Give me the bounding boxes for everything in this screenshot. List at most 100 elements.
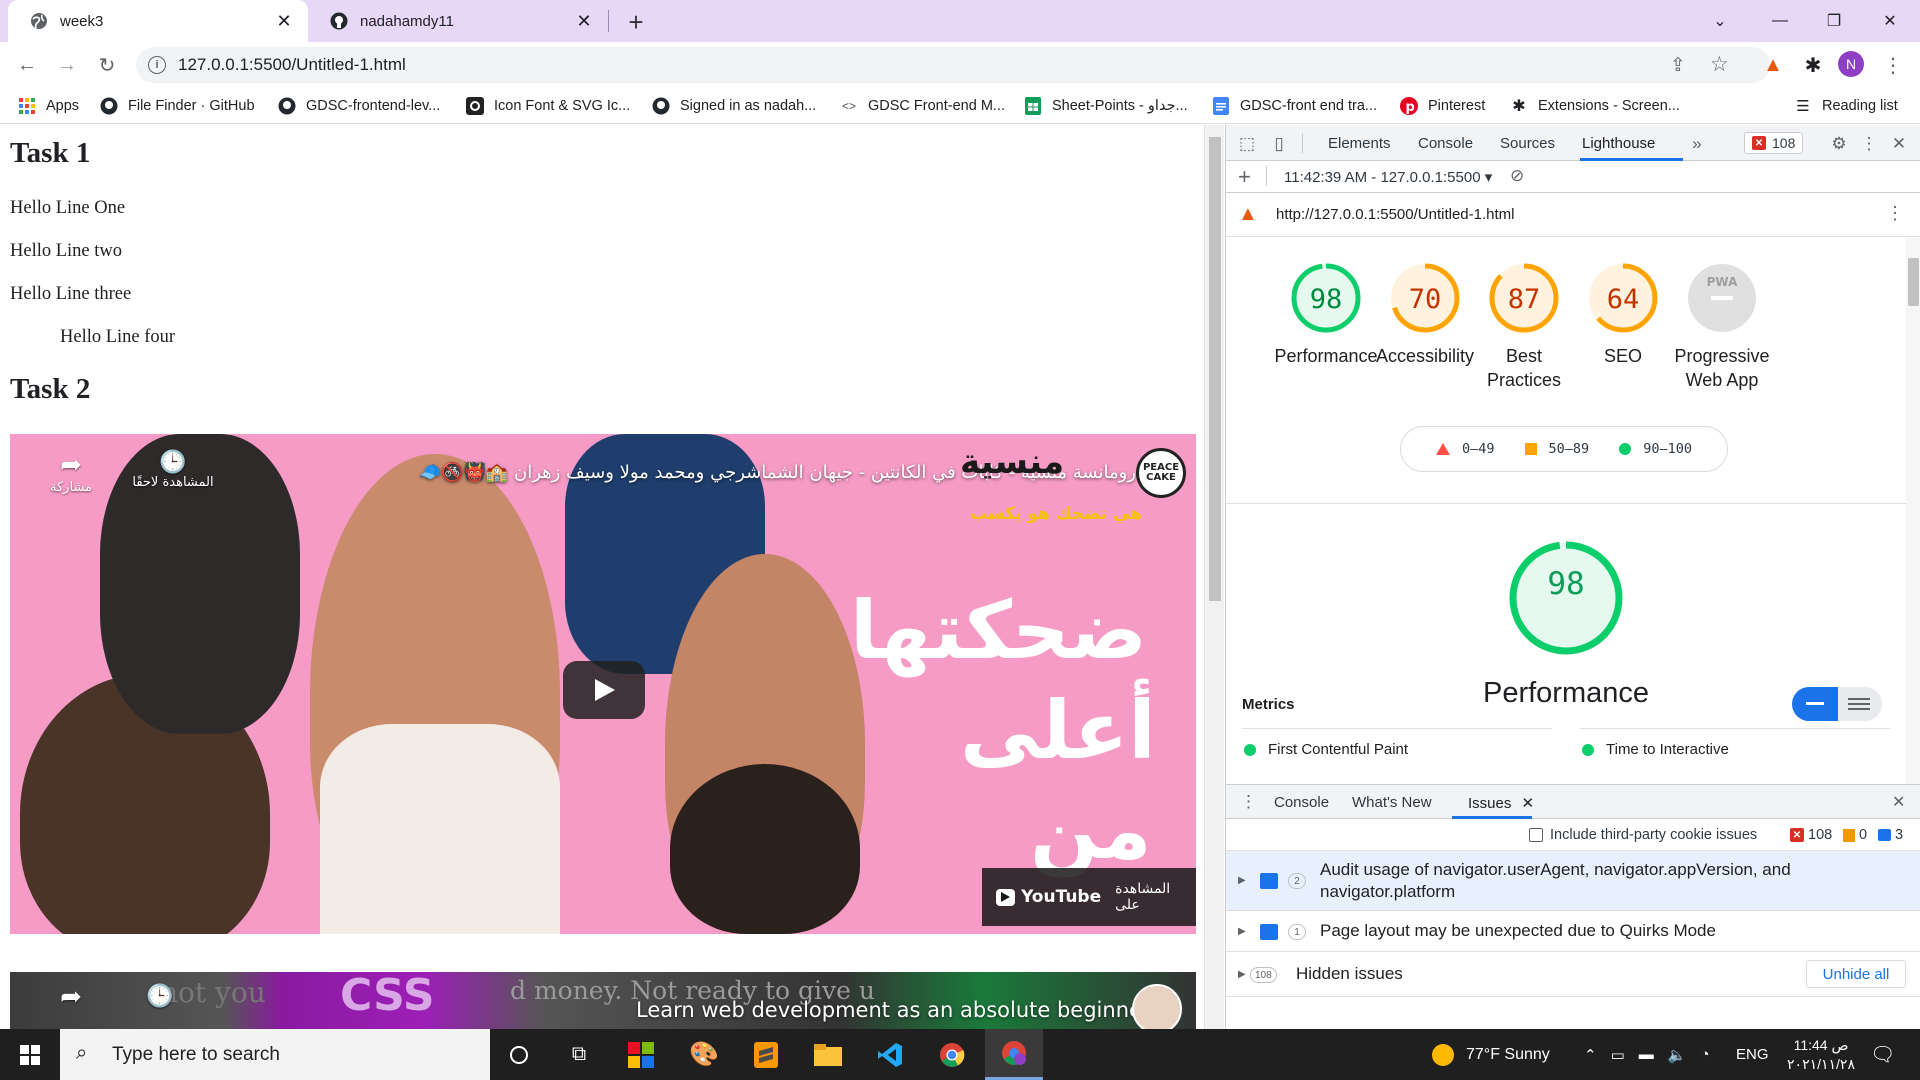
battery-icon[interactable]: ▬ <box>1639 1046 1654 1063</box>
task-view-button[interactable]: ⧉ <box>550 1029 608 1080</box>
wifi-icon[interactable]: ◔ <box>1700 1046 1709 1063</box>
taskbar-app-paint[interactable]: 🎨 <box>675 1029 733 1080</box>
address-bar[interactable]: i 127.0.0.1:5500/Untitled-1.html ⇪ ☆ <box>136 47 1770 83</box>
close-drawer-icon[interactable]: ✕ <box>1892 792 1905 812</box>
drawer-tab-whats-new[interactable]: What's New <box>1352 794 1432 811</box>
new-report-plus-icon[interactable]: + <box>1238 164 1251 190</box>
cortana-button[interactable] <box>490 1029 548 1080</box>
forward-arrow-icon[interactable]: → <box>50 48 84 82</box>
bookmark-pinterest[interactable]: p Pinterest <box>1400 96 1485 116</box>
bookmark-gdsc-frontend-m[interactable]: <> GDSC Front-end M... <box>840 96 1005 116</box>
scrollbar-thumb[interactable] <box>1908 258 1919 306</box>
inspect-element-icon[interactable]: ⬚ <box>1236 133 1258 155</box>
taskbar-app-stickies[interactable] <box>612 1029 670 1080</box>
video-share-button[interactable]: ➦ <box>36 982 106 1012</box>
chevron-up-icon[interactable]: ⌃ <box>1584 1046 1597 1064</box>
taskbar-app-chrome[interactable] <box>923 1029 981 1080</box>
device-toolbar-icon[interactable]: ▯ <box>1268 133 1290 155</box>
close-icon[interactable]: ✕ <box>574 11 594 31</box>
toggle-expanded[interactable] <box>1848 698 1870 700</box>
device-icon[interactable]: ▭ <box>1611 1046 1625 1064</box>
channel-avatar[interactable]: PEACE CAKE <box>1136 448 1186 498</box>
extensions-puzzle-icon[interactable]: ✱ <box>1796 48 1830 82</box>
taskbar-search[interactable]: ⌕ Type here to search <box>60 1029 490 1080</box>
bookmark-signed-in[interactable]: Signed in as nadah... <box>652 96 816 116</box>
tab-nadahamdy11[interactable]: nadahamdy11 ✕ <box>308 0 608 42</box>
report-selector[interactable]: 11:42:39 AM - 127.0.0.1:5500 ▾ <box>1284 168 1492 186</box>
minimize-button[interactable]: — <box>1752 0 1808 42</box>
error-count-badge[interactable]: ✕ 108 <box>1744 132 1804 154</box>
report-menu-dots-icon[interactable]: ⋮ <box>1886 203 1904 224</box>
close-devtools-icon[interactable]: ✕ <box>1888 133 1910 155</box>
menu-dots-icon[interactable]: ⋮ <box>1876 48 1910 82</box>
drawer-menu-dots-icon[interactable]: ⋮ <box>1240 792 1257 812</box>
close-icon[interactable]: ✕ <box>274 11 294 31</box>
tab-sources[interactable]: Sources <box>1500 135 1555 152</box>
tab-console[interactable]: Console <box>1418 135 1473 152</box>
expand-triangle-icon[interactable]: ▶ <box>1238 875 1246 886</box>
bookmark-icon-font[interactable]: Icon Font & SVG Ic... <box>466 96 630 116</box>
expand-triangle-icon[interactable]: ▶ <box>1238 969 1246 980</box>
channel-avatar[interactable] <box>1132 984 1182 1029</box>
report-scrollbar[interactable] <box>1906 238 1920 784</box>
bookmark-extensions[interactable]: ✱ Extensions - Screen... <box>1510 96 1680 116</box>
system-tray-icons[interactable]: ⌃ ▭ ▬ 🔈 ◔ <box>1584 1029 1710 1080</box>
drawer-tab-console[interactable]: Console <box>1274 794 1329 811</box>
hidden-issues-row[interactable]: ▶ 108 Hidden issues Unhide all <box>1226 953 1920 997</box>
taskbar-app-sublime[interactable] <box>737 1029 795 1080</box>
watch-on-youtube-button[interactable]: YouTube المشاهدة على <box>982 868 1196 926</box>
issue-row[interactable]: ▶ 2 Audit usage of navigator.userAgent, … <box>1226 851 1920 911</box>
youtube-embed-1[interactable]: ➦ مشاركة 🕒 المشاهدة لاحقًا رومانسة منسية… <box>10 434 1196 934</box>
share-icon[interactable]: ⇪ <box>1670 54 1686 77</box>
tab-lighthouse[interactable]: Lighthouse <box>1582 135 1655 152</box>
toggle-compact[interactable] <box>1792 687 1838 721</box>
new-tab-button[interactable]: + <box>622 7 650 37</box>
expand-triangle-icon[interactable]: ▶ <box>1238 926 1246 937</box>
more-tabs-chevron-icon[interactable]: » <box>1686 133 1708 155</box>
volume-icon[interactable]: 🔈 <box>1668 1046 1687 1064</box>
taskbar-app-file-explorer[interactable] <box>799 1029 857 1080</box>
bookmark-sheet-points[interactable]: Sheet-Points - جداو... <box>1024 96 1188 116</box>
issue-row[interactable]: ▶ 1 Page layout may be unexpected due to… <box>1226 912 1920 952</box>
bookmark-gdsc-frontend-level[interactable]: GDSC-frontend-lev... <box>278 96 440 116</box>
report-url[interactable]: http://127.0.0.1:5500/Untitled-1.html <box>1276 206 1514 223</box>
reload-icon[interactable]: ↻ <box>90 48 124 82</box>
clock[interactable]: 11:44 ص ٢٠٢١/١١/٢٨ <box>1786 1029 1856 1080</box>
bookmark-file-finder[interactable]: File Finder · GitHub <box>100 96 255 116</box>
start-button[interactable] <box>0 1029 60 1080</box>
avatar[interactable]: N <box>1838 51 1864 77</box>
tab-elements[interactable]: Elements <box>1328 135 1391 152</box>
third-party-checkbox[interactable] <box>1529 828 1543 842</box>
unhide-all-button[interactable]: Unhide all <box>1806 960 1906 988</box>
metrics-view-toggle[interactable] <box>1792 687 1882 721</box>
drawer-tab-issues[interactable]: Issues ✕ <box>1468 794 1534 812</box>
clear-block-icon[interactable]: ⊘ <box>1510 166 1524 186</box>
score-gauge-progressive-web-app[interactable]: PWA Progressive Web App <box>1662 262 1782 392</box>
bookmark-gdsc-front-end-tra[interactable]: GDSC-front end tra... <box>1212 96 1377 116</box>
taskbar-app-chrome-profile[interactable] <box>985 1029 1043 1080</box>
language-indicator[interactable]: ENG <box>1736 1029 1769 1080</box>
close-icon[interactable]: ✕ <box>1522 795 1535 812</box>
tab-search-icon[interactable]: ⌄ <box>1692 0 1748 42</box>
video-watch-later-button[interactable]: 🕒 <box>140 984 180 1009</box>
video-share-button[interactable]: ➦ مشاركة <box>36 450 106 495</box>
scrollbar-thumb[interactable] <box>1209 137 1221 601</box>
video-play-button[interactable] <box>563 661 645 719</box>
video-watch-later-button[interactable]: 🕒 المشاهدة لاحقًا <box>118 450 228 490</box>
taskbar-app-vscode[interactable] <box>861 1029 919 1080</box>
lighthouse-extension-icon[interactable]: ▲ <box>1756 48 1790 82</box>
restore-button[interactable]: ❐ <box>1806 0 1862 42</box>
bookmark-apps[interactable]: Apps <box>18 96 79 116</box>
window-close-button[interactable]: ✕ <box>1862 0 1918 42</box>
weather-widget[interactable]: 77°F Sunny <box>1432 1029 1550 1080</box>
page-scrollbar[interactable] <box>1204 125 1224 1029</box>
tab-week3[interactable]: week3 ✕ <box>8 0 308 42</box>
back-arrow-icon[interactable]: ← <box>10 48 44 82</box>
devtools-menu-dots-icon[interactable]: ⋮ <box>1858 133 1880 155</box>
reading-list-button[interactable]: ☰ Reading list <box>1794 96 1898 116</box>
video2-title[interactable]: Learn web development as an absolute beg… <box>636 998 1151 1022</box>
notification-icon[interactable]: 🗨 <box>1870 1029 1895 1080</box>
address-url[interactable]: 127.0.0.1:5500/Untitled-1.html <box>178 55 406 75</box>
settings-gear-icon[interactable]: ⚙ <box>1828 133 1850 155</box>
star-icon[interactable]: ☆ <box>1710 52 1729 77</box>
